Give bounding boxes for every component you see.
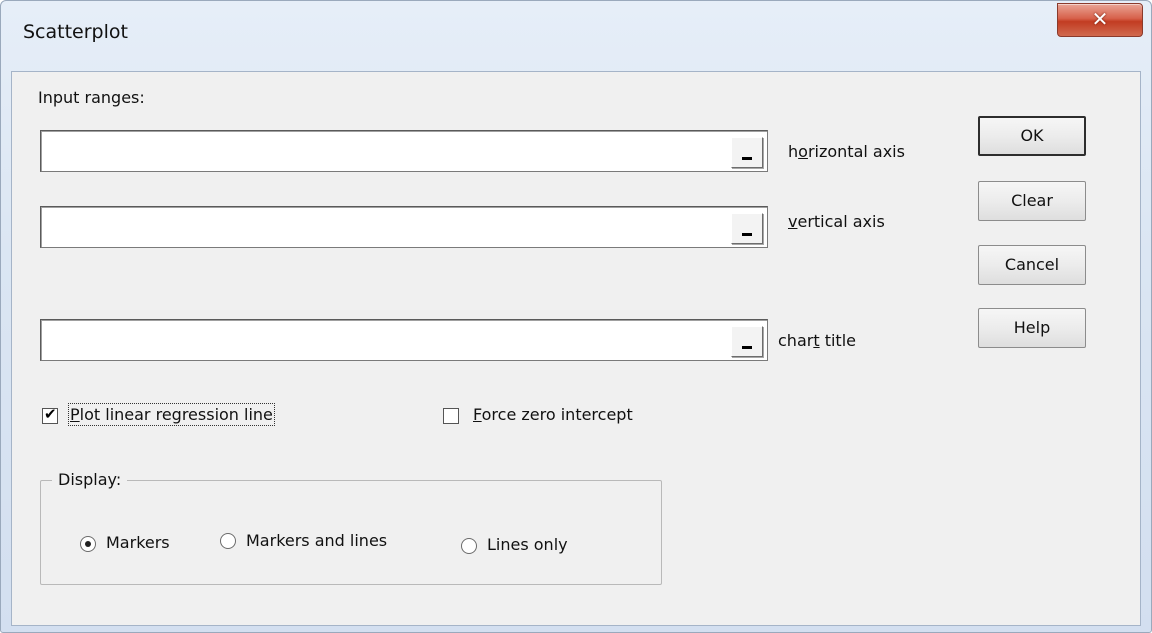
radio-markers-label[interactable]: Markers	[106, 533, 170, 552]
horizontal-axis-input[interactable]	[44, 134, 718, 168]
collapse-icon	[742, 233, 752, 236]
radio-markers-and-lines-label[interactable]: Markers and lines	[246, 531, 387, 550]
close-icon: ✕	[1091, 7, 1109, 31]
title-bar[interactable]: Scatterplot ✕	[1, 1, 1151, 71]
horizontal-range-picker-button[interactable]	[731, 137, 763, 168]
window-title: Scatterplot	[23, 21, 128, 43]
dialog-body: Input ranges: horizontal axis vertical a…	[11, 71, 1141, 626]
clear-button[interactable]: Clear	[978, 181, 1086, 221]
input-ranges-heading: Input ranges:	[38, 88, 145, 107]
radio-lines-only-label[interactable]: Lines only	[487, 535, 568, 554]
chart-title-label: chart title	[778, 331, 856, 350]
vertical-axis-input[interactable]	[44, 210, 718, 244]
radio-markers[interactable]	[80, 536, 96, 552]
help-button[interactable]: Help	[978, 308, 1086, 348]
dialog-window: Scatterplot ✕ Input ranges: horizontal a…	[0, 0, 1152, 633]
horizontal-axis-field[interactable]	[40, 130, 768, 172]
radio-markers-and-lines[interactable]	[220, 533, 236, 549]
ok-button[interactable]: OK	[978, 116, 1086, 156]
collapse-icon	[742, 157, 752, 160]
vertical-axis-field[interactable]	[40, 206, 768, 248]
vertical-axis-label: vertical axis	[788, 212, 885, 231]
check-mark-icon: ✔	[44, 405, 57, 423]
close-button[interactable]: ✕	[1057, 3, 1143, 37]
chart-title-field[interactable]	[40, 319, 768, 361]
plot-regression-label[interactable]: Plot linear regression line	[68, 403, 275, 426]
collapse-icon	[742, 346, 752, 349]
chart-title-input[interactable]	[44, 323, 718, 357]
display-group-title: Display:	[52, 470, 128, 489]
radio-lines-only[interactable]	[461, 538, 477, 554]
chart-title-picker-button[interactable]	[731, 326, 763, 357]
plot-regression-checkbox[interactable]: ✔	[42, 405, 58, 424]
horizontal-axis-label: horizontal axis	[788, 142, 905, 161]
radio-selected-dot	[85, 541, 91, 547]
force-zero-intercept-checkbox[interactable]	[443, 408, 459, 424]
vertical-range-picker-button[interactable]	[731, 213, 763, 244]
force-zero-intercept-label[interactable]: Force zero intercept	[473, 405, 633, 424]
cancel-button[interactable]: Cancel	[978, 245, 1086, 285]
